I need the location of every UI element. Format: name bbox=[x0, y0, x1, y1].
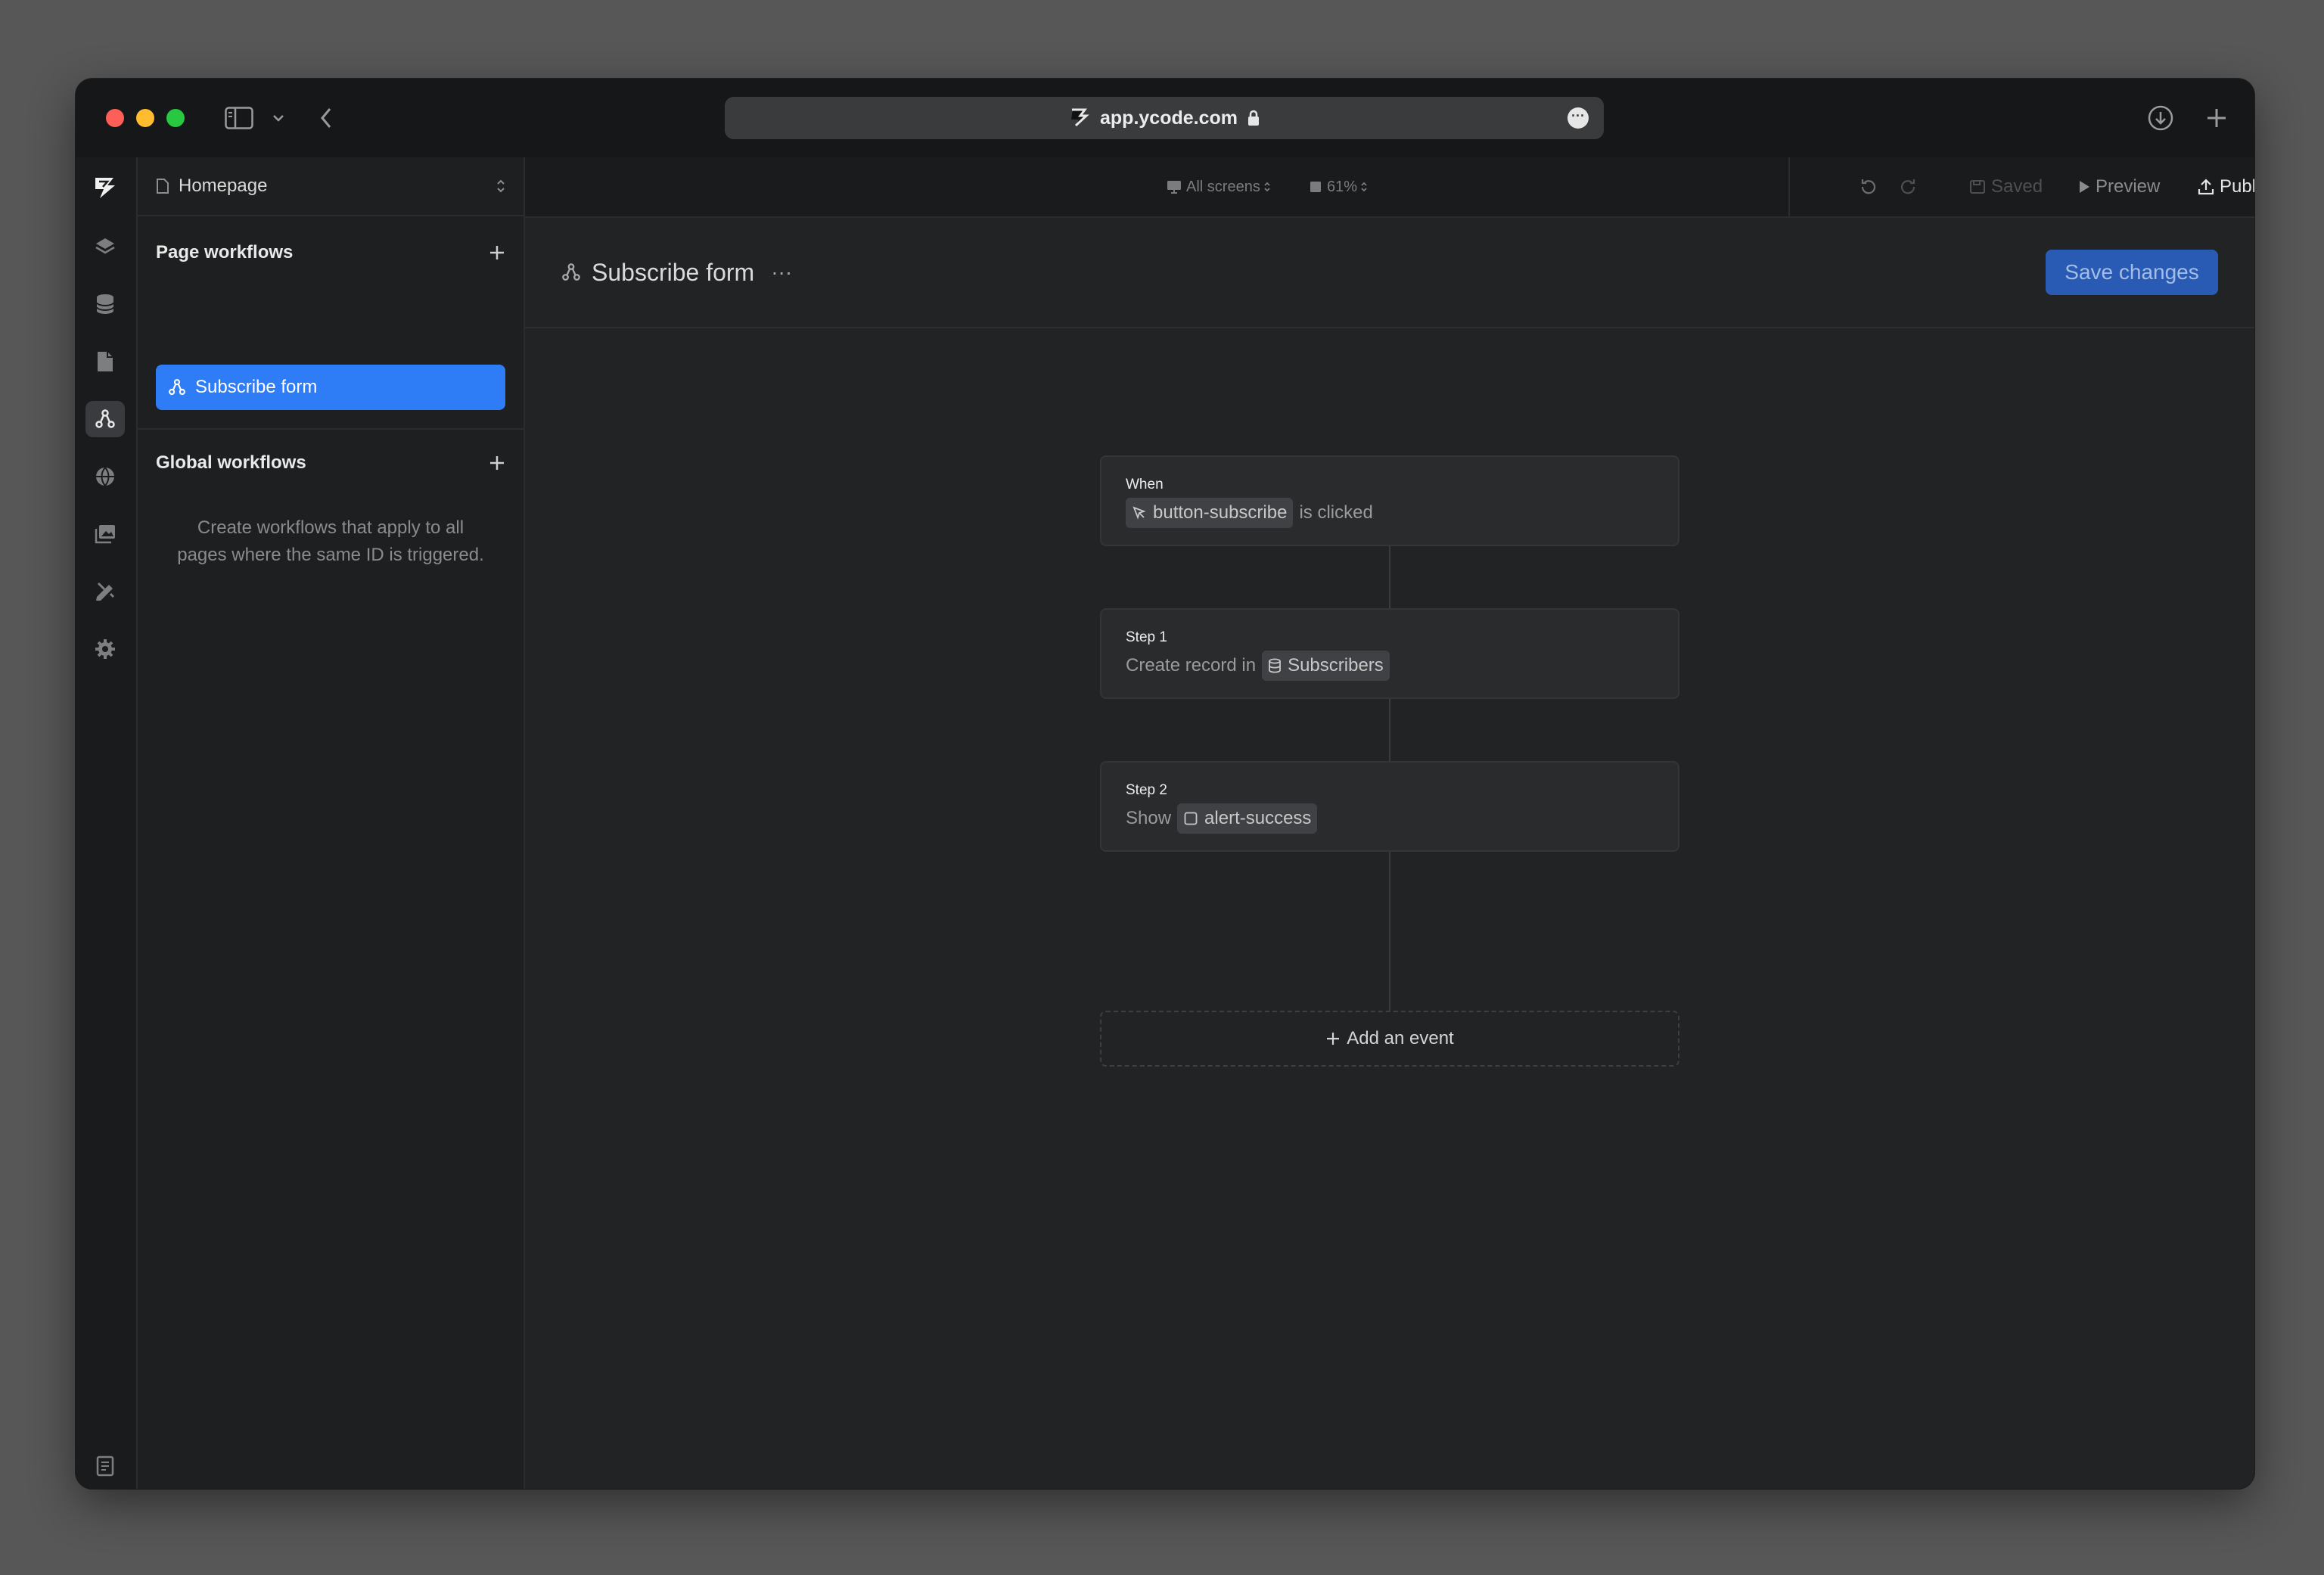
url-bar[interactable]: app.ycode.com ··· bbox=[725, 97, 1604, 139]
maximize-window-button[interactable] bbox=[166, 109, 185, 127]
editor-toolbar: All screens 61% Saved Preview Publ bbox=[525, 157, 2254, 218]
trigger-card[interactable]: When button-subscribe is clicked bbox=[1100, 455, 1679, 546]
zoom-frame-icon bbox=[1309, 180, 1322, 194]
saved-cloud-icon bbox=[1968, 179, 1987, 195]
publish-label: Publish bbox=[2220, 176, 2254, 197]
chevron-updown-icon bbox=[1360, 181, 1368, 193]
chevron-down-icon[interactable] bbox=[268, 101, 289, 135]
play-icon bbox=[2077, 179, 2091, 194]
new-tab-icon[interactable] bbox=[2200, 101, 2233, 135]
icon-rail bbox=[76, 157, 138, 1489]
workflow-editor: Subscribe form ··· Save changes When but… bbox=[525, 218, 2254, 1489]
screens-selector[interactable]: All screens bbox=[1167, 157, 1271, 216]
redo-icon bbox=[1899, 177, 1919, 197]
add-event-button[interactable]: Add an event bbox=[1100, 1011, 1679, 1067]
preview-label: Preview bbox=[2096, 176, 2161, 197]
workflows-sidebar: Homepage Page workflows Subscribe form G… bbox=[138, 157, 525, 1489]
global-workflows-empty-text: Create workflows that apply to all pages… bbox=[177, 517, 484, 565]
step-card[interactable]: Step 2 Show alert-success bbox=[1100, 761, 1679, 852]
cursor-icon bbox=[1132, 505, 1147, 520]
database-icon bbox=[1268, 658, 1282, 673]
url-text: app.ycode.com bbox=[1100, 107, 1238, 129]
chevron-updown-icon bbox=[1263, 181, 1271, 193]
step-target-chip[interactable]: Subscribers bbox=[1262, 651, 1390, 681]
step-prefix-text: Show bbox=[1126, 808, 1172, 828]
page-workflows-header: Page workflows bbox=[156, 238, 505, 268]
step-target-name: alert-success bbox=[1204, 808, 1312, 828]
step-label: Step 2 bbox=[1126, 782, 1167, 798]
database-icon[interactable] bbox=[85, 286, 125, 322]
add-page-workflow-icon[interactable] bbox=[489, 244, 505, 261]
step-card[interactable]: Step 1 Create record in Subscribers bbox=[1100, 608, 1679, 699]
minimize-window-button[interactable] bbox=[136, 109, 154, 127]
ycode-app: Homepage Page workflows Subscribe form G… bbox=[76, 157, 2254, 1489]
trigger-description: button-subscribe is clicked bbox=[1126, 498, 1373, 528]
global-workflows-title: Global workflows bbox=[156, 452, 306, 473]
sidebar-toggle-icon[interactable] bbox=[222, 101, 256, 135]
settings-gear-icon[interactable] bbox=[85, 631, 125, 667]
step-target-chip[interactable]: alert-success bbox=[1177, 803, 1318, 834]
undo-button[interactable] bbox=[1858, 157, 1882, 216]
back-icon[interactable] bbox=[313, 101, 339, 135]
workflow-canvas: When button-subscribe is clicked Step 1 bbox=[525, 218, 2254, 1489]
screens-label: All screens bbox=[1186, 178, 1260, 195]
pages-icon[interactable] bbox=[85, 343, 125, 380]
add-event-label: Add an event bbox=[1347, 1028, 1454, 1048]
page-workflows-title: Page workflows bbox=[156, 242, 294, 262]
flow-connector bbox=[1389, 699, 1390, 761]
section-divider bbox=[138, 428, 524, 430]
publish-button[interactable]: Publish bbox=[2197, 157, 2254, 216]
trigger-label: When bbox=[1126, 477, 1164, 492]
upload-icon bbox=[2197, 178, 2215, 196]
add-global-workflow-icon[interactable] bbox=[489, 455, 505, 471]
ycode-logo-icon[interactable] bbox=[85, 169, 125, 206]
element-box-icon bbox=[1183, 811, 1198, 826]
globe-icon[interactable] bbox=[85, 458, 125, 495]
toolbar-separator bbox=[1788, 157, 1790, 216]
monitor-icon bbox=[1167, 180, 1182, 194]
browser-titlebar: app.ycode.com ··· bbox=[76, 79, 2254, 157]
ycode-favicon-icon bbox=[1068, 107, 1091, 129]
workflow-item-subscribe-form[interactable]: Subscribe form bbox=[156, 365, 505, 410]
documentation-icon[interactable] bbox=[85, 1448, 125, 1484]
trigger-element-chip[interactable]: button-subscribe bbox=[1126, 498, 1294, 528]
downloads-icon[interactable] bbox=[2144, 101, 2177, 135]
undo-icon bbox=[1858, 177, 1878, 197]
chevron-updown-icon bbox=[496, 179, 505, 194]
step-label: Step 1 bbox=[1126, 629, 1167, 645]
browser-window: app.ycode.com ··· Homepage Page workflow… bbox=[76, 79, 2254, 1489]
step-prefix-text: Create record in bbox=[1126, 655, 1257, 676]
zoom-selector[interactable]: 61% bbox=[1309, 157, 1368, 216]
more-options-icon[interactable]: ··· bbox=[1567, 107, 1589, 129]
redo-button[interactable] bbox=[1899, 157, 1923, 216]
close-window-button[interactable] bbox=[106, 109, 124, 127]
saved-status: Saved bbox=[1968, 157, 2043, 216]
workflow-item-label: Subscribe form bbox=[195, 377, 318, 397]
page-selector[interactable]: Homepage bbox=[138, 157, 524, 216]
trigger-action-text: is clicked bbox=[1299, 502, 1373, 523]
global-workflows-header: Global workflows bbox=[156, 448, 505, 478]
flow-connector bbox=[1389, 546, 1390, 608]
workflow-icon bbox=[168, 378, 186, 396]
page-icon bbox=[156, 178, 169, 194]
flow-connector bbox=[1389, 852, 1390, 1011]
plus-icon bbox=[1325, 1031, 1341, 1046]
saved-label: Saved bbox=[1991, 176, 2043, 197]
step-target-name: Subscribers bbox=[1288, 655, 1384, 676]
step-description: Create record in Subscribers bbox=[1126, 651, 1396, 681]
trigger-element-name: button-subscribe bbox=[1153, 502, 1288, 523]
preview-button[interactable]: Preview bbox=[2077, 157, 2160, 216]
lock-icon bbox=[1247, 109, 1260, 127]
workflows-icon[interactable] bbox=[85, 401, 125, 437]
zoom-label: 61% bbox=[1327, 178, 1358, 195]
design-tools-icon[interactable] bbox=[85, 573, 125, 610]
layers-icon[interactable] bbox=[85, 228, 125, 265]
step-description: Show alert-success bbox=[1126, 803, 1323, 834]
page-selector-label: Homepage bbox=[179, 176, 268, 196]
assets-icon[interactable] bbox=[85, 516, 125, 552]
